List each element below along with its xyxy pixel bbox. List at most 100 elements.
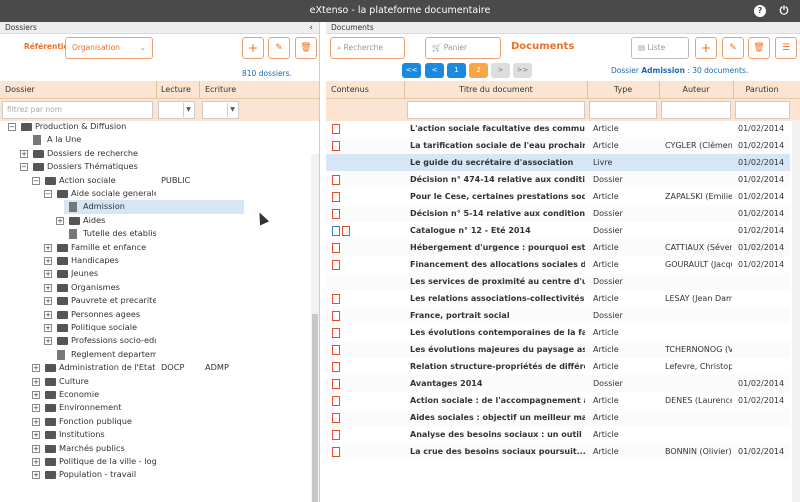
- tree-node[interactable]: + Administration de l'Etat DOCP ADMP: [0, 361, 310, 374]
- col-ecriture[interactable]: Ecriture: [205, 81, 236, 99]
- expand-icon[interactable]: +: [44, 337, 52, 346]
- tree-node[interactable]: + Handicapes: [0, 254, 310, 267]
- table-row[interactable]: Aides sociales : objectif un meilleur ma…: [326, 409, 790, 426]
- pdf-icon[interactable]: [332, 124, 340, 134]
- table-row[interactable]: Hébergement d'urgence : pourquoi est-on …: [326, 239, 790, 256]
- tree-node[interactable]: + Fonction publique: [0, 415, 310, 428]
- delete-document-button[interactable]: 🗑: [748, 37, 770, 59]
- collapse-icon[interactable]: −: [32, 176, 40, 185]
- tree-node[interactable]: + Professions socio-educa: [0, 334, 310, 347]
- table-row[interactable]: Catalogue n° 12 - Eté 2014 Dossier 01/02/2…: [326, 222, 790, 239]
- pdf-icon[interactable]: [332, 362, 340, 372]
- table-row[interactable]: Les évolutions contemporaines de la fami…: [326, 324, 790, 341]
- tree-node[interactable]: + Economie: [0, 388, 310, 401]
- cart-button[interactable]: 🛒 Panier: [425, 37, 501, 59]
- tree-node[interactable]: + Jeunes: [0, 267, 310, 280]
- pdf-icon[interactable]: [332, 328, 340, 338]
- edit-document-button[interactable]: ✎: [722, 37, 744, 59]
- expand-icon[interactable]: +: [32, 431, 40, 440]
- table-row[interactable]: Les services de proximité au centre d'un…: [326, 273, 790, 290]
- expand-icon[interactable]: +: [32, 417, 40, 426]
- table-row[interactable]: Le guide du secrétaire d'association Livr…: [326, 154, 790, 171]
- table-row[interactable]: La crue des besoins sociaux poursuit... A…: [326, 443, 790, 460]
- table-row[interactable]: Les relations associations-collectivités…: [326, 290, 790, 307]
- pdf-icon[interactable]: [332, 260, 340, 270]
- table-row[interactable]: Avantages 2014 Dossier 01/02/2014: [326, 375, 790, 392]
- tree-node[interactable]: + Famille et enfance: [0, 241, 310, 254]
- pdf-icon[interactable]: [342, 226, 350, 236]
- col-contenus[interactable]: Contenus: [331, 81, 369, 99]
- tree-node[interactable]: + Personnes agees: [0, 308, 310, 321]
- help-icon[interactable]: ?: [754, 5, 766, 17]
- col-lecture[interactable]: Lecture: [161, 81, 191, 99]
- pdf-icon[interactable]: [332, 379, 340, 389]
- col-dossier[interactable]: Dossier: [5, 81, 35, 99]
- pdf-icon[interactable]: [332, 294, 340, 304]
- expand-icon[interactable]: +: [56, 216, 64, 225]
- table-row[interactable]: La tarification sociale de l'eau prochai…: [326, 137, 790, 154]
- web-document-icon[interactable]: [332, 226, 340, 236]
- pdf-icon[interactable]: [332, 396, 340, 406]
- expand-icon[interactable]: +: [32, 444, 40, 453]
- lecture-filter-select[interactable]: ▼: [158, 101, 195, 119]
- tree-node[interactable]: + Institutions: [0, 428, 310, 441]
- tree-node[interactable]: A la Une: [0, 133, 310, 146]
- table-row[interactable]: Action sociale : de l'accompagnement au …: [326, 392, 790, 409]
- expand-icon[interactable]: +: [44, 324, 52, 332]
- pdf-icon[interactable]: [332, 141, 340, 151]
- pager-last[interactable]: >>: [513, 63, 532, 78]
- pdf-icon[interactable]: [332, 430, 340, 440]
- expand-icon[interactable]: +: [44, 297, 52, 306]
- tree-node[interactable]: − Dossiers Thématiques: [0, 160, 310, 173]
- collapse-icon[interactable]: −: [20, 163, 28, 172]
- pdf-icon[interactable]: [332, 192, 340, 202]
- search-button[interactable]: ⌕ Recherche: [330, 37, 405, 59]
- expand-icon[interactable]: +: [32, 377, 40, 386]
- expand-icon[interactable]: +: [20, 149, 28, 158]
- expand-icon[interactable]: +: [44, 310, 52, 319]
- col-type[interactable]: Type: [588, 81, 658, 99]
- tree-node[interactable]: + Politique sociale: [0, 321, 310, 334]
- tree-scrollbar-thumb[interactable]: [312, 314, 318, 502]
- col-titre[interactable]: Titre du document: [406, 81, 586, 99]
- tree-node[interactable]: + Dossiers de recherche: [0, 147, 310, 160]
- expand-icon[interactable]: +: [44, 283, 52, 292]
- view-select[interactable]: ▤ Liste: [631, 37, 689, 59]
- tree-node[interactable]: + Politique de la ville - logem: [0, 455, 310, 468]
- expand-icon[interactable]: +: [32, 471, 40, 480]
- tree-node[interactable]: + Organismes: [0, 281, 310, 294]
- table-row[interactable]: Financement des allocations sociales de …: [326, 256, 790, 273]
- pdf-icon[interactable]: [332, 243, 340, 253]
- tree-scrollbar[interactable]: [311, 154, 319, 502]
- author-filter-input[interactable]: [661, 101, 731, 119]
- tree-node[interactable]: + Environnement: [0, 401, 310, 414]
- tree-node[interactable]: − Aide sociale generale: [0, 187, 310, 200]
- pager-page-2[interactable]: 2: [469, 63, 488, 78]
- title-filter-input[interactable]: [407, 101, 585, 119]
- table-row[interactable]: Analyse des besoins sociaux : un outil à…: [326, 426, 790, 443]
- pdf-icon[interactable]: [332, 175, 340, 185]
- pager-prev[interactable]: <: [425, 63, 444, 78]
- add-document-button[interactable]: +: [695, 37, 717, 59]
- tree-node[interactable]: − Action sociale PUBLIC: [0, 174, 310, 187]
- expand-icon[interactable]: +: [32, 364, 40, 373]
- expand-icon[interactable]: +: [44, 270, 52, 279]
- expand-icon[interactable]: +: [44, 257, 52, 265]
- tree-node[interactable]: + Culture: [0, 375, 310, 388]
- type-filter-input[interactable]: [589, 101, 657, 119]
- pdf-icon[interactable]: [332, 413, 340, 423]
- referentiel-select[interactable]: Organisation ⌄: [65, 37, 153, 59]
- collapse-icon[interactable]: −: [44, 190, 52, 198]
- col-parution[interactable]: Parution: [734, 81, 790, 99]
- table-row[interactable]: L'action sociale facultative des commune…: [326, 120, 790, 137]
- pager-page-1[interactable]: 1: [447, 63, 466, 78]
- tree-node[interactable]: Tutelle des etablisse: [0, 227, 310, 240]
- pager-next[interactable]: >: [491, 63, 510, 78]
- table-row[interactable]: France, portrait social Dossier: [326, 307, 790, 324]
- table-row[interactable]: Relation structure-propriétés de différe…: [326, 358, 790, 375]
- table-row[interactable]: Décision n° 474-14 relative aux conditio…: [326, 171, 790, 188]
- collapse-icon[interactable]: −: [8, 123, 16, 131]
- tree-node[interactable]: − Production & Diffusion: [0, 120, 310, 133]
- tree-node[interactable]: + Marchés publics: [0, 442, 310, 455]
- pdf-icon[interactable]: [332, 345, 340, 355]
